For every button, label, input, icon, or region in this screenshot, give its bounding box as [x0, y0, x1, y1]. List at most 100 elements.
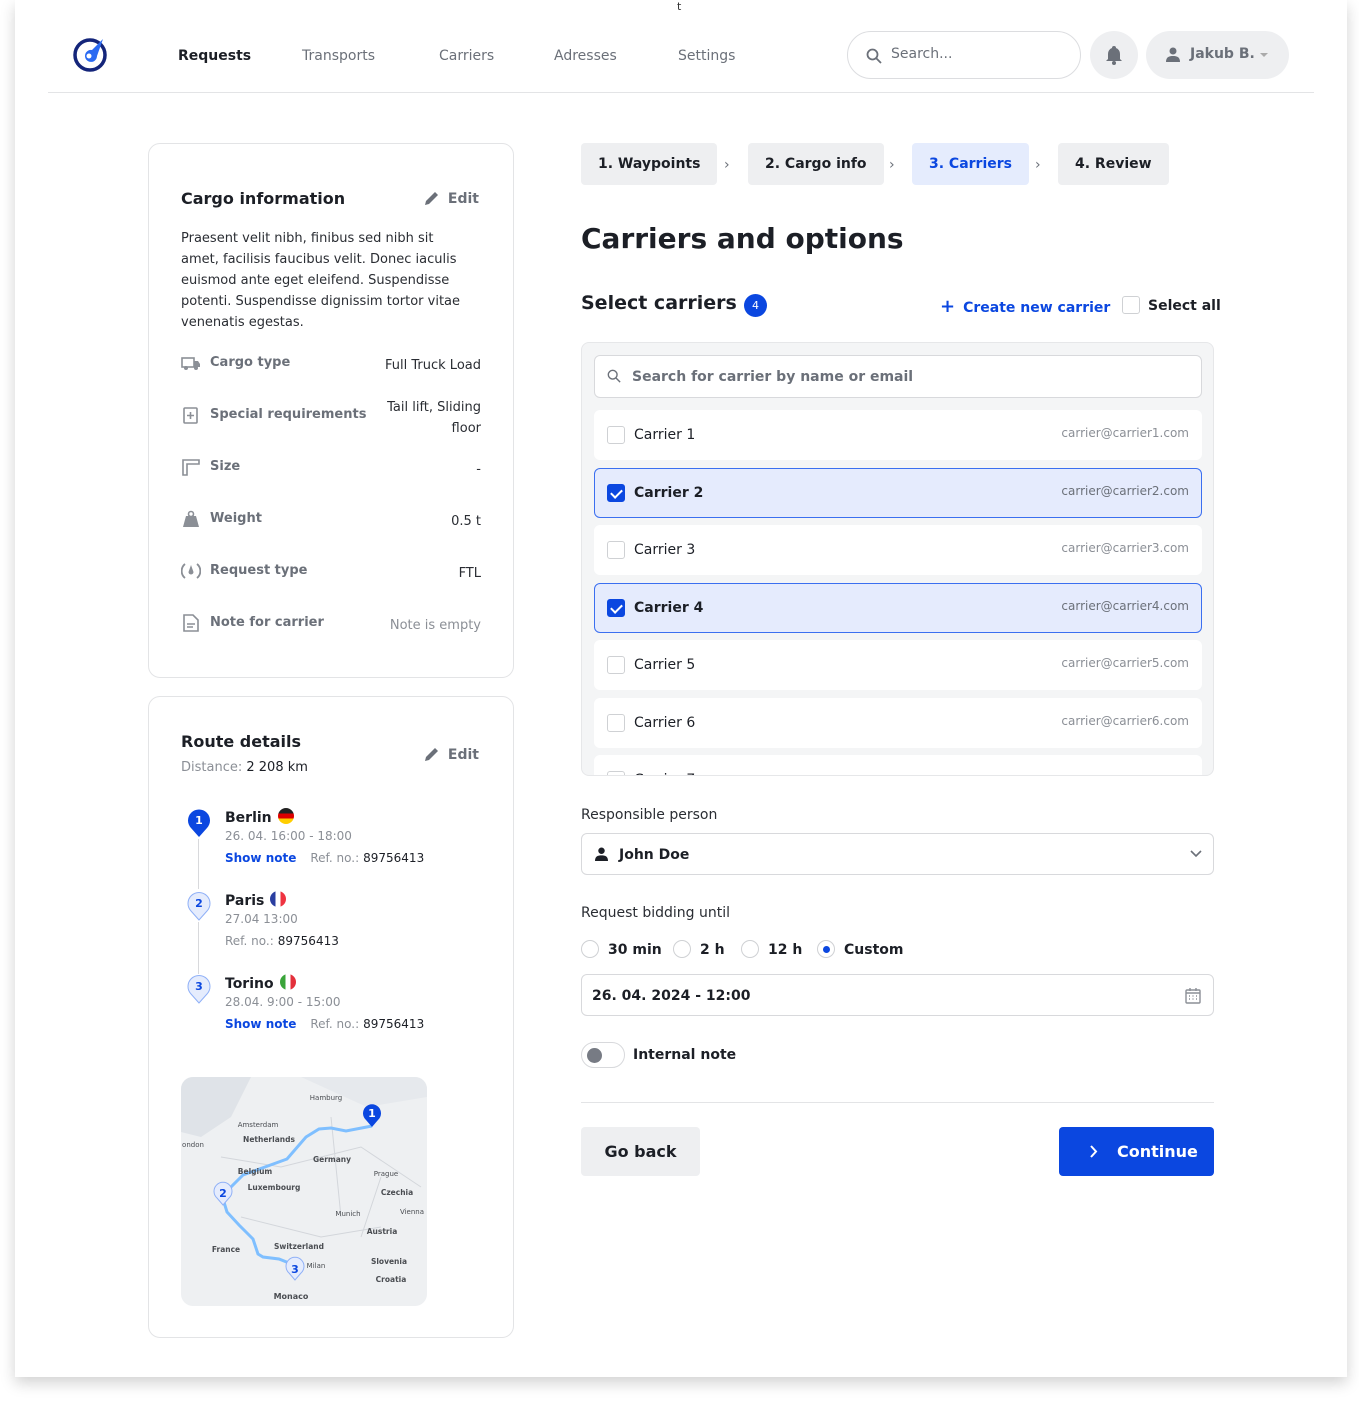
show-note-link[interactable]: Show note [225, 851, 296, 865]
route-connector [198, 839, 199, 889]
create-carrier-button[interactable]: + Create new carrier [940, 296, 1110, 317]
continue-button[interactable]: Continue [1059, 1127, 1214, 1176]
nav-transports[interactable]: Transports [302, 48, 375, 64]
carrier-row[interactable]: Carrier 1 carrier@carrier1.com [594, 410, 1202, 460]
nav-requests[interactable]: Requests [178, 48, 251, 64]
route-map[interactable]: Hamburg Amsterdam Netherlands ondon Germ… [181, 1077, 427, 1306]
france-flag-icon [270, 891, 287, 907]
show-note-link[interactable]: Show note [225, 1017, 296, 1031]
ref-value: 89756413 [363, 1017, 425, 1031]
cargo-description: Praesent velit nibh, finibus sed nibh si… [181, 231, 461, 330]
stop-meta: Show note Ref. no.: 89756413 [225, 1017, 424, 1031]
carrier-email: carrier@carrier4.com [1061, 598, 1189, 613]
route-distance: Distance: 2 208 km [181, 760, 308, 775]
responsible-value: John Doe [619, 847, 690, 863]
step-carriers[interactable]: 3. Carriers [912, 143, 1029, 185]
notifications-button[interactable] [1090, 31, 1138, 79]
distance-value: 2 208 km [246, 760, 308, 775]
step-waypoints[interactable]: 1. Waypoints [581, 143, 718, 185]
step-cargo-info[interactable]: 2. Cargo info [748, 143, 884, 185]
radio-custom[interactable]: Custom [817, 940, 903, 958]
top-marker: t [677, 0, 682, 13]
map-pin-3[interactable]: 3 [285, 1256, 305, 1281]
request-type-icon [181, 563, 201, 579]
pin-2-icon: 2 [187, 892, 211, 921]
global-search-input[interactable]: Search... [847, 31, 1081, 79]
carrier-name: Carrier 7 [634, 772, 695, 775]
stop-date: 27.04 13:00 [225, 912, 298, 926]
radio-12-h[interactable]: 12 h [741, 940, 802, 958]
carrier-row[interactable]: Carrier 4 carrier@carrier4.com [594, 582, 1202, 633]
bell-icon [1106, 46, 1122, 65]
chevron-right-icon: › [889, 157, 895, 173]
carrier-checkbox[interactable] [607, 598, 625, 617]
internal-note-toggle[interactable] [581, 1042, 625, 1068]
date-value: 26. 04. 2024 - 12:00 [592, 988, 751, 1004]
carrier-row[interactable]: Carrier 6 carrier@carrier6.com [594, 697, 1202, 748]
create-carrier-label: Create new carrier [963, 300, 1111, 316]
calendar-icon[interactable] [1185, 987, 1201, 1004]
cargo-edit-button[interactable]: Edit [424, 190, 479, 207]
search-placeholder: Search for carrier by name or email [632, 369, 914, 385]
bidding-date-input[interactable]: 26. 04. 2024 - 12:00 [581, 974, 1214, 1016]
map-pin-2[interactable]: 2 [213, 1181, 233, 1206]
nav-settings[interactable]: Settings [678, 48, 735, 64]
go-back-button[interactable]: Go back [581, 1127, 700, 1176]
checkbox[interactable] [1122, 296, 1140, 314]
pin-number: 2 [195, 897, 203, 910]
carrier-email: carrier@carrier6.com [1061, 713, 1189, 728]
carrier-row[interactable]: Carrier 5 carrier@carrier5.com [594, 640, 1202, 690]
carrier-checkbox[interactable] [607, 771, 625, 775]
germany-flag-icon [277, 808, 294, 824]
pin-number: 1 [195, 814, 203, 827]
map-pin-1[interactable]: 1 [363, 1104, 381, 1127]
map-label: Monaco [274, 1292, 309, 1301]
radio-2-h[interactable]: 2 h [673, 940, 725, 958]
carrier-name: Carrier 2 [634, 484, 704, 501]
map-label: Hamburg [310, 1094, 342, 1102]
map-label: Germany [313, 1155, 351, 1164]
select-all-checkbox[interactable]: Select all [1122, 296, 1221, 314]
carrier-row[interactable]: Carrier 3 carrier@carrier3.com [594, 525, 1202, 575]
user-menu[interactable]: Jakub B. [1146, 31, 1289, 79]
edit-label: Edit [447, 747, 479, 763]
nav-carriers[interactable]: Carriers [439, 48, 494, 64]
responsible-person-select[interactable]: John Doe [581, 833, 1214, 875]
route-connector [198, 922, 199, 974]
carrier-checkbox[interactable] [607, 713, 625, 732]
route-edit-button[interactable]: Edit [424, 746, 479, 763]
carrier-checkbox[interactable] [607, 483, 625, 502]
carrier-checkbox[interactable] [607, 426, 625, 444]
carrier-email: carrier@carrier5.com [1061, 656, 1189, 670]
stop-city: Paris [225, 891, 287, 909]
carrier-checkbox[interactable] [607, 656, 625, 674]
row-label: Cargo type [210, 355, 291, 370]
carrier-name: Carrier 3 [634, 542, 696, 558]
nav-adresses[interactable]: Adresses [554, 48, 617, 64]
logo-icon[interactable] [72, 36, 108, 72]
radio-circle [581, 940, 599, 958]
map-label: Netherlands [243, 1135, 295, 1144]
selected-count-badge: 4 [744, 294, 767, 317]
carrier-checkbox[interactable] [607, 541, 625, 559]
step-review[interactable]: 4. Review [1058, 143, 1169, 185]
carrier-row[interactable]: Carrier 7 [594, 755, 1202, 775]
caret-down-icon [1260, 53, 1268, 61]
route-details-card: Route details Distance: 2 208 km Edit 1 … [148, 696, 514, 1338]
radio-30-min[interactable]: 30 min [581, 940, 662, 958]
row-label: Size [210, 459, 241, 474]
carrier-row[interactable]: Carrier 2 carrier@carrier2.com [594, 467, 1202, 518]
distance-label: Distance: [181, 760, 243, 775]
map-label: Croatia [376, 1275, 407, 1284]
ruler-icon [182, 459, 200, 476]
radio-label: 2 h [700, 942, 725, 958]
map-label: Amsterdam [238, 1121, 279, 1129]
pin-3-icon: 3 [187, 975, 211, 1004]
ref-label: Ref. no.: [310, 851, 360, 865]
chevron-down-icon [1190, 850, 1202, 858]
row-value: FTL [458, 566, 481, 581]
ref-value: 89756413 [277, 934, 339, 948]
carrier-search-input[interactable]: Search for carrier by name or email [594, 355, 1202, 398]
cargo-title: Cargo information [181, 189, 346, 208]
continue-label: Continue [1117, 1142, 1198, 1161]
